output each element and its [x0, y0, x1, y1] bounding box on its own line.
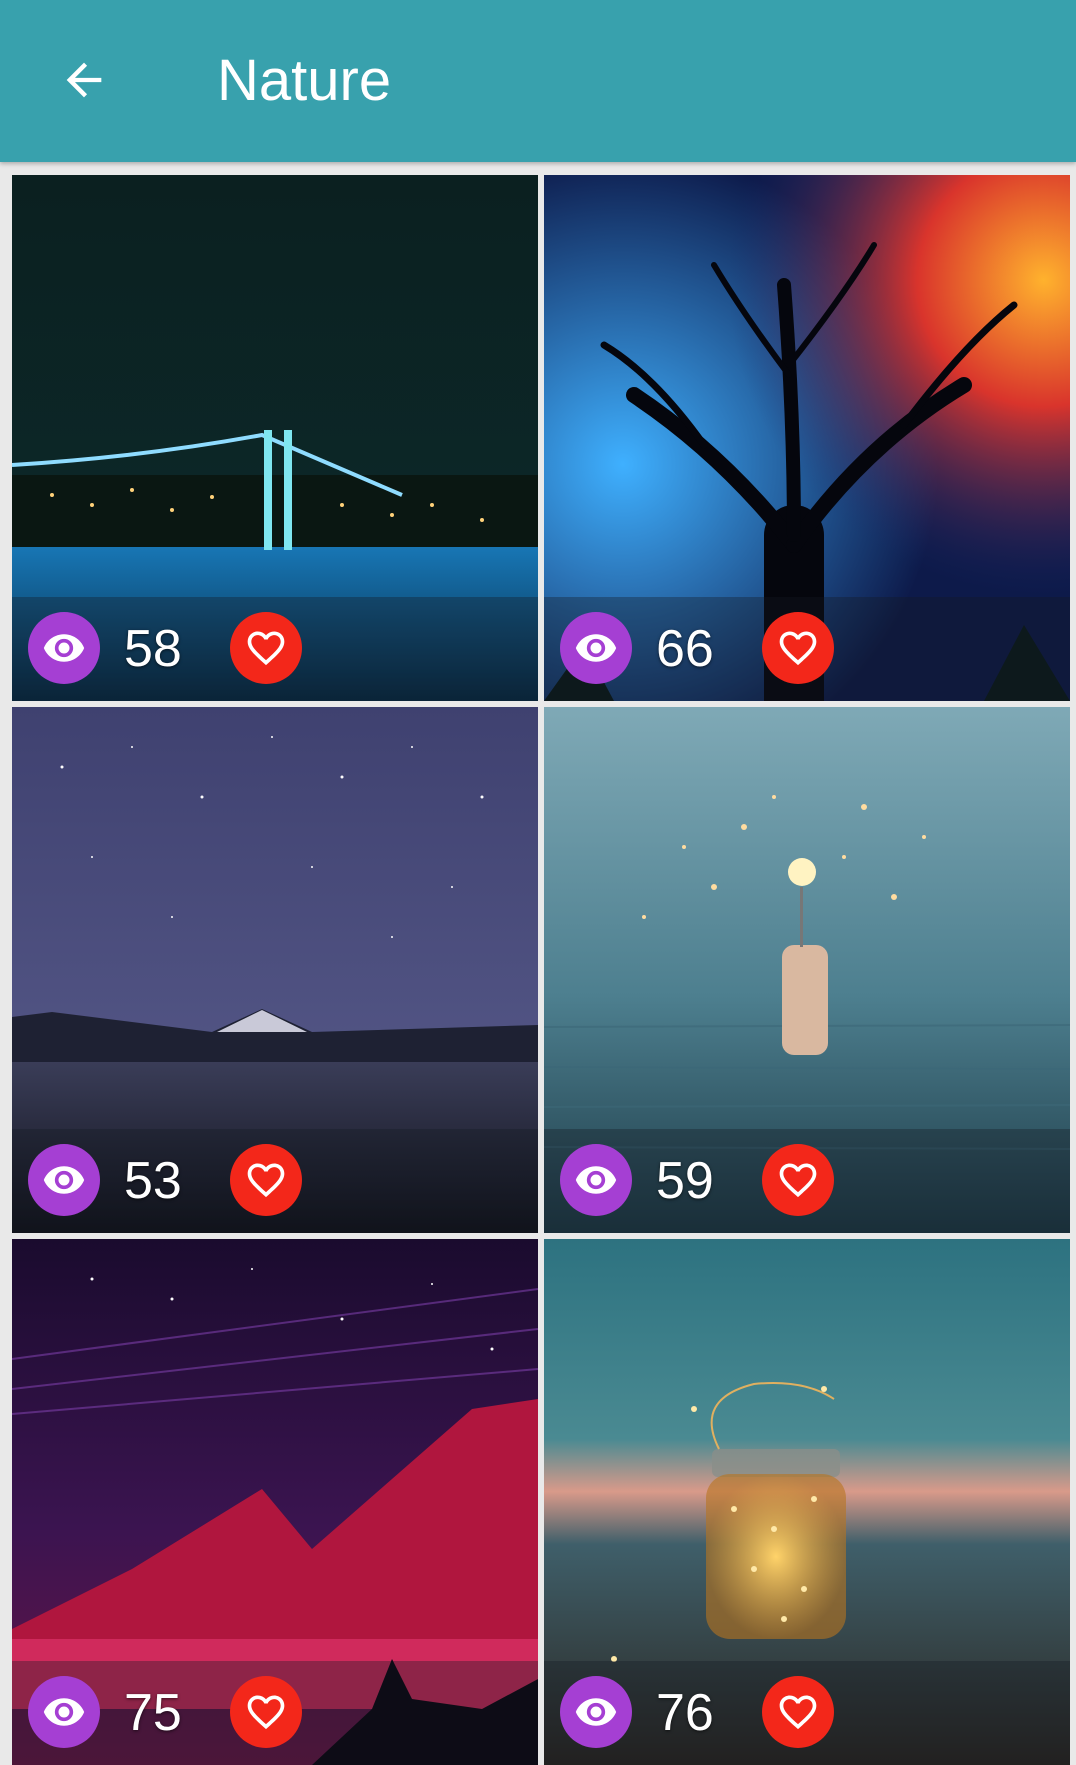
wallpaper-card[interactable]: 59 [544, 707, 1070, 1233]
eye-icon [43, 1698, 85, 1726]
views-badge [28, 612, 100, 684]
heart-icon [247, 1695, 285, 1730]
eye-icon [575, 634, 617, 662]
views-badge [28, 1676, 100, 1748]
like-button[interactable] [230, 612, 302, 684]
view-count: 76 [656, 1684, 714, 1742]
heart-icon [247, 1163, 285, 1198]
heart-icon [779, 1163, 817, 1198]
heart-icon [247, 631, 285, 666]
wallpaper-grid: 58 66 53 59 75 76 [0, 0, 1076, 1765]
like-button[interactable] [762, 1144, 834, 1216]
view-count: 75 [124, 1684, 182, 1742]
like-button[interactable] [762, 612, 834, 684]
view-count: 58 [124, 620, 182, 678]
wallpaper-card[interactable]: 76 [544, 1239, 1070, 1765]
eye-icon [575, 1698, 617, 1726]
wallpaper-card[interactable]: 58 [12, 175, 538, 701]
views-badge [560, 612, 632, 684]
like-button[interactable] [762, 1676, 834, 1748]
heart-icon [779, 1695, 817, 1730]
wallpaper-card[interactable]: 75 [12, 1239, 538, 1765]
eye-icon [43, 634, 85, 662]
view-count: 53 [124, 1152, 182, 1210]
views-badge [560, 1144, 632, 1216]
wallpaper-card[interactable]: 53 [12, 707, 538, 1233]
eye-icon [43, 1166, 85, 1194]
heart-icon [779, 631, 817, 666]
eye-icon [575, 1166, 617, 1194]
view-count: 66 [656, 620, 714, 678]
like-button[interactable] [230, 1144, 302, 1216]
views-badge [560, 1676, 632, 1748]
wallpaper-card[interactable]: 66 [544, 175, 1070, 701]
views-badge [28, 1144, 100, 1216]
view-count: 59 [656, 1152, 714, 1210]
like-button[interactable] [230, 1676, 302, 1748]
